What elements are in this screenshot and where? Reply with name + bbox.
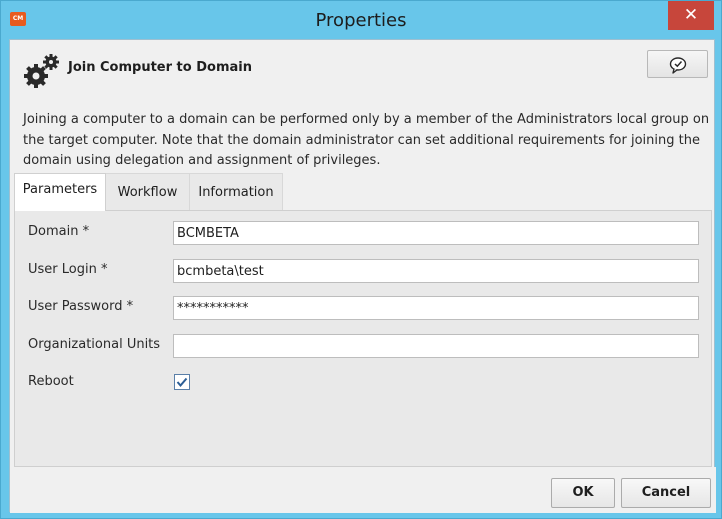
tab-information[interactable]: Information (190, 173, 283, 210)
title-bar[interactable]: CM Properties ✕ (1, 1, 721, 39)
properties-window: CM Properties ✕ Join Computer to Domain (0, 0, 722, 519)
user-password-row: User Password * (15, 296, 713, 320)
org-units-label: Organizational Units (28, 337, 161, 352)
user-login-input[interactable] (173, 259, 699, 283)
org-units-row: Organizational Units (15, 334, 713, 358)
description-text: Joining a computer to a domain can be pe… (23, 112, 710, 168)
speech-bubble-check-icon (669, 57, 687, 74)
tab-parameters[interactable]: Parameters (14, 173, 106, 211)
domain-row: Domain * (15, 221, 713, 245)
tab-bar: Parameters Workflow Information (10, 173, 716, 211)
user-password-input[interactable] (173, 296, 699, 320)
gears-icon (24, 54, 59, 88)
dialog-body: Join Computer to Domain Joining a comput… (9, 39, 716, 513)
close-button[interactable]: ✕ (668, 1, 714, 30)
window-title: Properties (315, 10, 407, 31)
ok-button[interactable]: OK (551, 478, 615, 508)
parameters-panel: Domain * User Login * User Password * Or… (14, 210, 712, 467)
reboot-checkbox[interactable] (174, 374, 190, 390)
reboot-row: Reboot (15, 371, 713, 395)
user-login-row: User Login * (15, 259, 713, 283)
domain-input[interactable] (173, 221, 699, 245)
user-password-label: User Password * (28, 299, 134, 314)
user-login-label: User Login * (28, 262, 108, 277)
page-title: Join Computer to Domain (68, 60, 252, 75)
comment-button[interactable] (647, 50, 708, 78)
domain-label: Domain * (28, 224, 90, 239)
reboot-label: Reboot (28, 374, 74, 389)
checkmark-icon (176, 377, 188, 388)
button-bar: OK Cancel (10, 467, 716, 513)
close-icon: ✕ (683, 5, 699, 25)
org-units-input[interactable] (173, 334, 699, 358)
cancel-button[interactable]: Cancel (621, 478, 711, 508)
tab-workflow[interactable]: Workflow (106, 173, 190, 210)
